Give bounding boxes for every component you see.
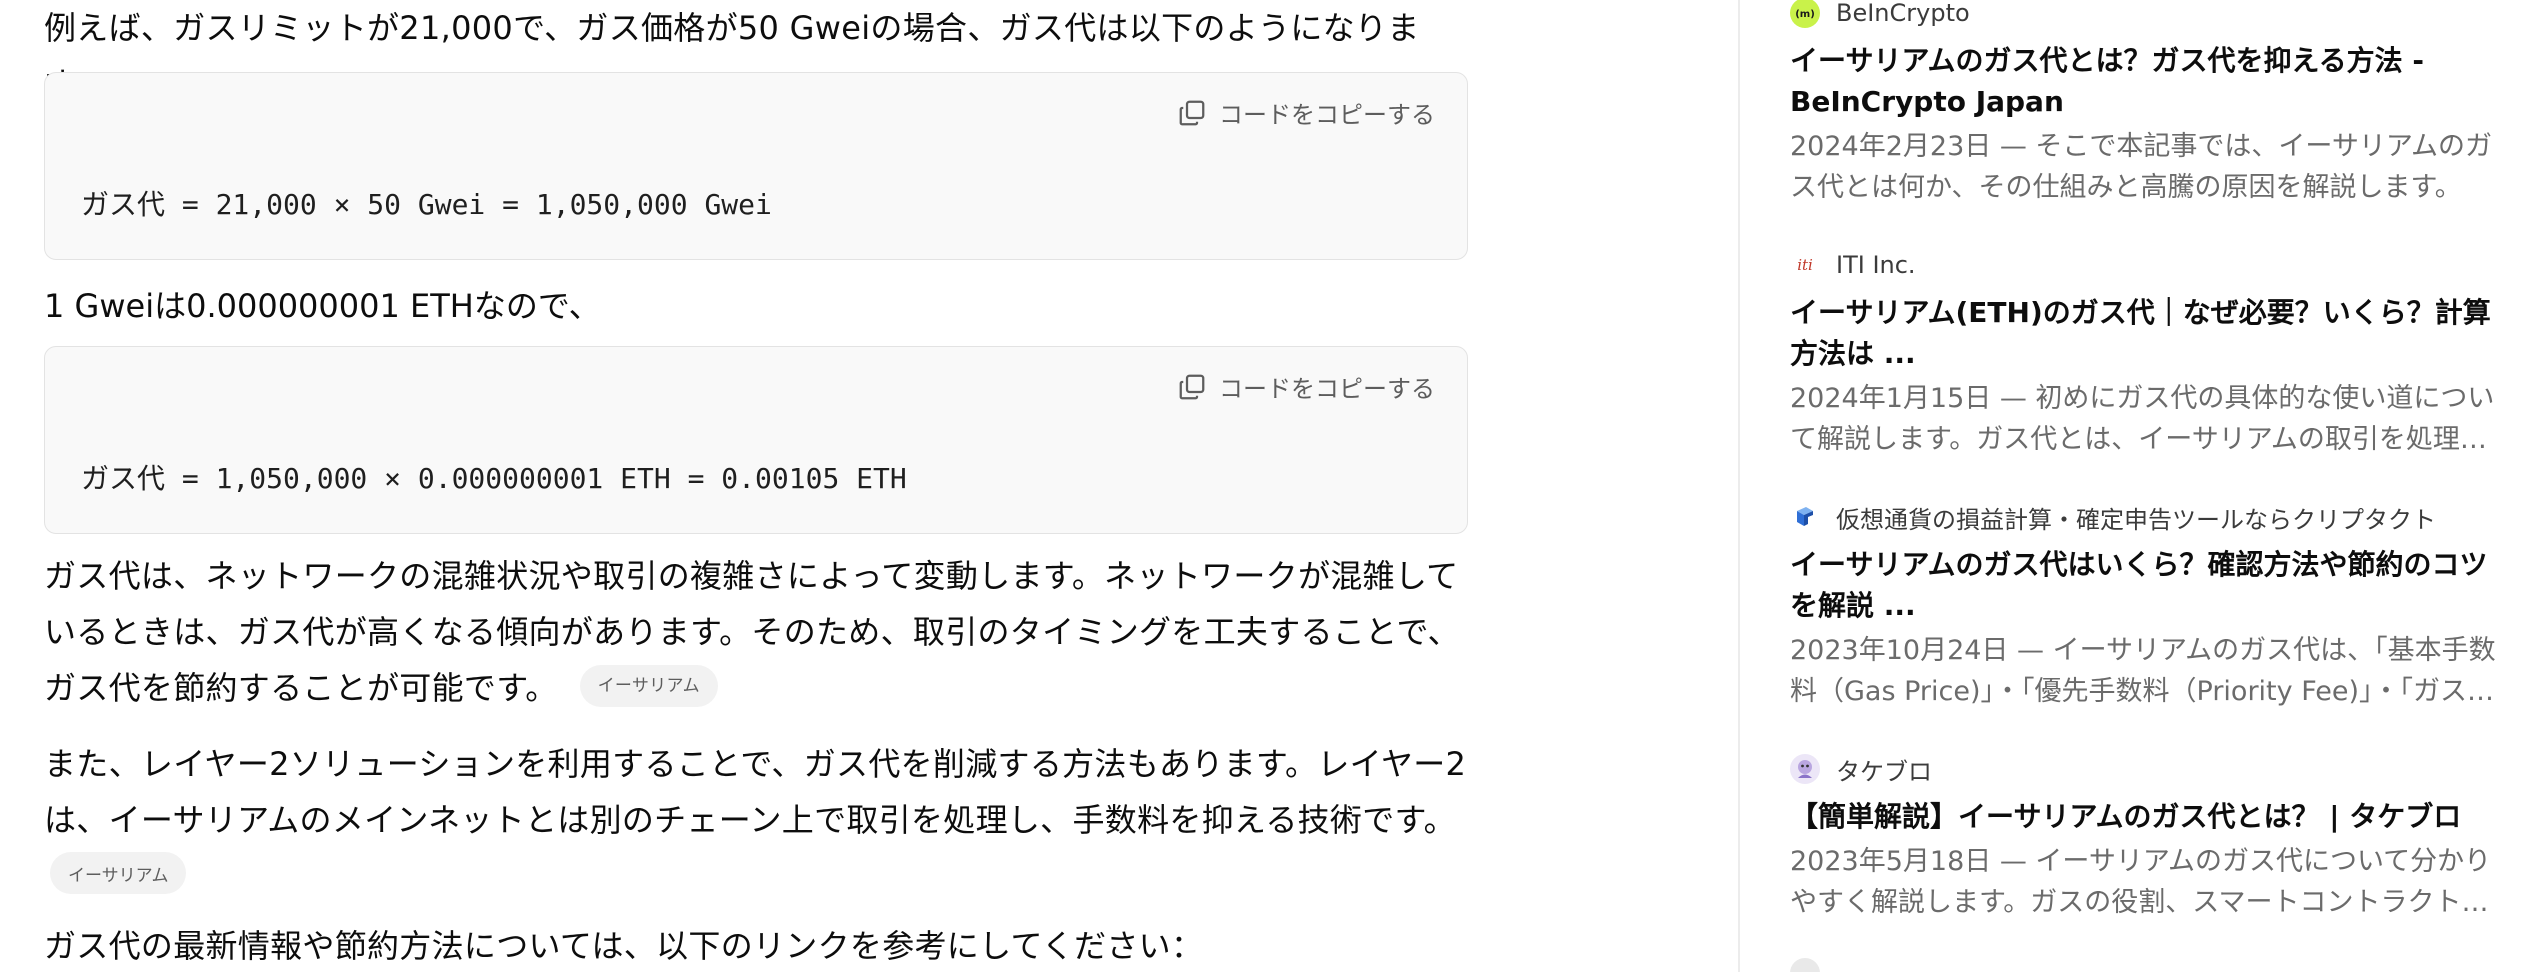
source-header: タケブロ — [1790, 754, 2500, 786]
source-item[interactable]: (m) BeInCrypto イーサリアムのガス代とは？ガス代を抑える方法 - … — [1790, 0, 2500, 208]
source-site-name: ITI Inc. — [1836, 251, 1916, 279]
source-title: イーサリアムのガス代とは？ガス代を抑える方法 - BeInCrypto Japa… — [1790, 44, 2425, 118]
citation-chip[interactable]: イーサリアム — [579, 665, 718, 707]
source-header: 仮想通貨の損益計算・確定申告ツールならクリプタクト — [1790, 502, 2500, 534]
copy-icon — [1179, 100, 1205, 125]
code-line: ガス代 = 1,050,000 × 0.000000001 ETH = 0.00… — [81, 462, 907, 495]
code-block: コードをコピーする ガス代 = 21,000 × 50 Gwei = 1,050… — [44, 72, 1468, 260]
copy-code-button[interactable]: コードをコピーする — [1177, 95, 1435, 130]
gwei-note: 1 Gweiは0.000000001 ETHなので、 — [44, 287, 601, 325]
source-title: 【簡単解説】イーサリアムのガス代とは？ | タケブロ — [1790, 800, 2462, 833]
next-source-favicon — [1790, 958, 1820, 972]
copy-code-button[interactable]: コードをコピーする — [1177, 369, 1435, 404]
variation-paragraph: ガス代は、ネットワークの混雑状況や取引の複雑さによって変動します。ネットワークが… — [44, 548, 1484, 716]
source-header: (m) BeInCrypto — [1790, 0, 2500, 28]
copy-icon — [1179, 374, 1205, 399]
source-title: イーサリアムのガス代はいくら？確認方法や節約のコツを解説 ... — [1790, 548, 2488, 622]
copy-code-label: コードをコピーする — [1219, 101, 1435, 129]
source-title: イーサリアム(ETH)のガス代｜なぜ必要？いくら？計算方法は ... — [1790, 296, 2491, 370]
source-snippet: 2023年10月24日 — イーサリアムのガス代は、「基本手数料（Gas Pri… — [1790, 635, 2496, 707]
code-line: ガス代 = 21,000 × 50 Gwei = 1,050,000 Gwei — [81, 188, 772, 221]
links-intro-paragraph: ガス代の最新情報や節約方法については、以下のリンクを参考にしてください： — [44, 927, 1204, 965]
source-site-name: BeInCrypto — [1836, 0, 1970, 27]
source-site-name: タケブロ — [1836, 757, 1932, 786]
citation-chip[interactable]: イーサリアム — [50, 852, 187, 894]
code-block: コードをコピーする ガス代 = 1,050,000 × 0.000000001 … — [44, 346, 1468, 534]
panel-divider — [1738, 0, 1740, 972]
source-snippet: 2024年1月15日 — 初めにガス代の具体的な使い道について解説します。ガス代… — [1790, 383, 2495, 455]
layer2-paragraph: また、レイヤー2ソリューションを利用することで、ガス代を削減する方法もあります。… — [44, 745, 1467, 839]
source-snippet: 2024年2月23日 — そこで本記事では、イーサリアムのガス代とは何か、その仕… — [1790, 131, 2492, 203]
beincrypto-icon: (m) — [1790, 0, 1820, 28]
variation-text: ガス代は、ネットワークの混雑状況や取引の複雑さによって変動します。ネットワークが… — [44, 557, 1460, 707]
source-snippet: 2023年5月18日 — イーサリアムのガス代について分かりやすく解説します。ガ… — [1790, 846, 2492, 918]
source-item[interactable]: 仮想通貨の損益計算・確定申告ツールならクリプタクト イーサリアムのガス代はいくら… — [1790, 502, 2500, 712]
copy-code-label: コードをコピーする — [1219, 375, 1435, 403]
svg-text:(m): (m) — [1795, 9, 1815, 20]
takeburo-icon — [1790, 754, 1820, 784]
source-item[interactable]: タケブロ 【簡単解説】イーサリアムのガス代とは？ | タケブロ 2023年5月1… — [1790, 754, 2500, 923]
source-site-name: 仮想通貨の損益計算・確定申告ツールならクリプタクト — [1836, 505, 2436, 534]
svg-text:iti: iti — [1797, 256, 1813, 274]
source-header: iti ITI Inc. — [1790, 250, 2500, 280]
iti-icon: iti — [1790, 250, 1820, 280]
cryptact-icon — [1790, 502, 1820, 532]
source-item[interactable]: iti ITI Inc. イーサリアム(ETH)のガス代｜なぜ必要？いくら？計算… — [1790, 250, 2500, 460]
